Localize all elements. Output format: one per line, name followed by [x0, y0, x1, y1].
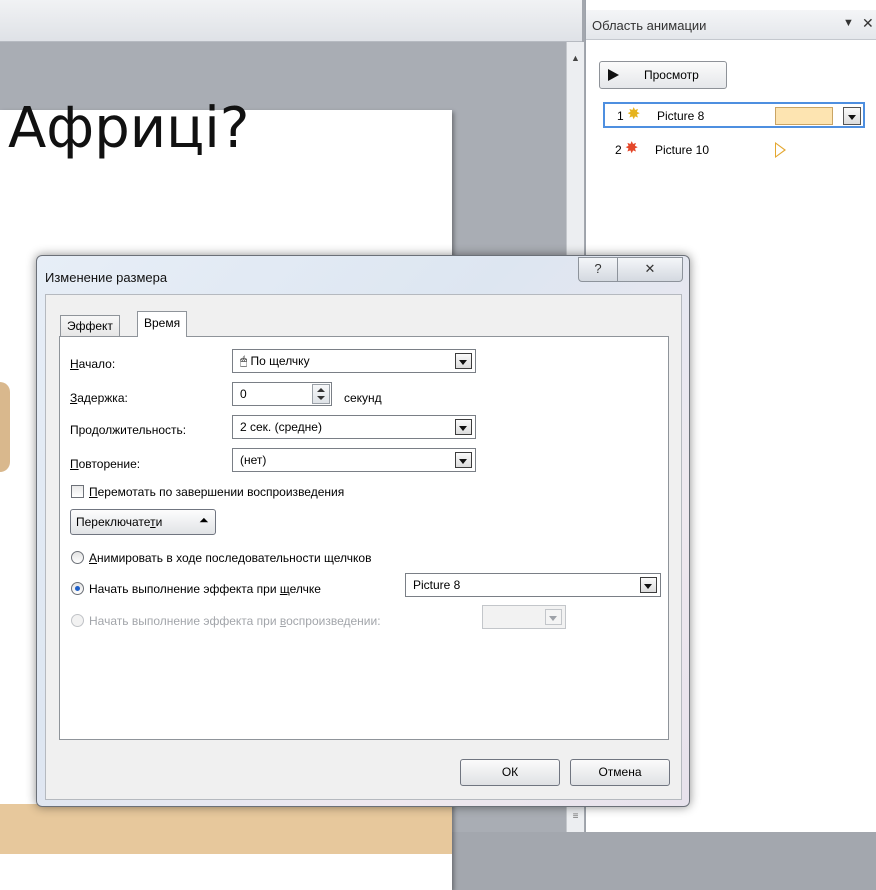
chevron-down-icon[interactable]: [455, 353, 472, 369]
start-on-click-radio[interactable]: [71, 582, 84, 595]
spinner-arrows-icon[interactable]: [312, 384, 330, 404]
timeline-marker-icon[interactable]: [775, 142, 786, 158]
chevron-down-icon[interactable]: [640, 577, 657, 593]
start-on-click-label: Начать выполнение эффекта при щелчке: [89, 582, 321, 596]
animation-item-number: 1: [617, 109, 624, 123]
chevron-down-icon[interactable]: [545, 609, 562, 625]
slide-decoration: [0, 382, 10, 472]
star-burst-icon: ✸: [625, 140, 639, 157]
duration-label: Продолжительность:: [70, 423, 187, 437]
delay-spinner[interactable]: 0: [232, 382, 332, 406]
duration-select-value: 2 сек. (средне): [240, 420, 322, 434]
dialog-title: Изменение размера: [45, 270, 168, 285]
animation-item-name: Picture 8: [657, 109, 705, 123]
chevron-down-icon[interactable]: [455, 419, 472, 435]
ok-button[interactable]: ОК: [460, 759, 560, 786]
preview-button-label: Просмотр: [644, 68, 699, 82]
click-target-value: Picture 8: [413, 578, 461, 592]
click-target-select[interactable]: Picture 8: [405, 573, 661, 597]
animation-item[interactable]: 2 ✸ Picture 10: [603, 138, 865, 164]
animate-sequence-label: Анимировать в ходе последовательности ще…: [89, 551, 372, 565]
star-burst-icon: ✸: [627, 106, 641, 123]
animation-pane-title: Область анимации: [592, 18, 707, 33]
duration-select[interactable]: 2 сек. (средне): [232, 415, 476, 439]
start-label: Начало:: [70, 357, 116, 371]
chevron-down-icon[interactable]: [843, 107, 861, 125]
collapse-arrows-icon: ⏶: [199, 513, 209, 527]
slide-title: Африці?: [8, 96, 250, 161]
start-select[interactable]: 🖱 По щелчку: [232, 349, 476, 373]
help-button[interactable]: ?: [578, 257, 618, 282]
animation-item[interactable]: 1 ✸ Picture 8: [603, 102, 865, 128]
timeline-bar[interactable]: [775, 107, 833, 125]
start-on-play-radio[interactable]: [71, 614, 84, 627]
start-select-value: 🖱 По щелчку: [240, 354, 310, 368]
rewind-label: Перемотать по завершении воспроизведения: [89, 485, 345, 499]
play-icon: [608, 69, 619, 81]
animation-item-name: Picture 10: [655, 143, 710, 157]
editor-top-strip: [0, 0, 582, 42]
rewind-checkbox[interactable]: [71, 485, 84, 498]
delay-label: Задержка:: [70, 391, 128, 405]
bookmark-select[interactable]: [482, 605, 566, 629]
animation-pane-header: Область анимации ▼ ✕: [586, 10, 876, 40]
close-button[interactable]: ✕: [618, 257, 683, 282]
triggers-button-label: Переключатети: [76, 515, 163, 529]
mouse-click-icon: 🖱: [240, 354, 248, 368]
repeat-select[interactable]: (нет): [232, 448, 476, 472]
chevron-down-icon[interactable]: [455, 452, 472, 468]
dialog-body: Эффект Время Начало: 🖱 По щелчку Задержк…: [45, 294, 682, 800]
close-icon[interactable]: ✕: [862, 15, 874, 32]
triggers-button[interactable]: Переключатети ⏶: [70, 509, 216, 535]
chevron-down-icon[interactable]: ▼: [843, 17, 854, 29]
slide-decoration: [0, 804, 452, 854]
preview-button[interactable]: Просмотр: [599, 61, 727, 89]
delay-unit: секунд: [344, 391, 382, 405]
animation-item-number: 2: [615, 143, 622, 157]
start-on-play-label: Начать выполнение эффекта при воспроизве…: [89, 614, 381, 628]
tab-timing[interactable]: Время: [137, 311, 188, 337]
scroll-up-icon[interactable]: ▲: [567, 50, 584, 66]
timing-tab-page: Начало: 🖱 По щелчку Задержка: 0 секунд П…: [59, 336, 669, 740]
repeat-select-value: (нет): [240, 453, 267, 467]
repeat-label: Повторение:: [70, 457, 141, 471]
resize-effect-dialog: Изменение размера ? ✕ Эффект Время Начал…: [36, 255, 690, 807]
animate-sequence-radio[interactable]: [71, 551, 84, 564]
cancel-button[interactable]: Отмена: [570, 759, 670, 786]
scroll-grip-icon[interactable]: ≡: [568, 808, 583, 826]
tab-effect[interactable]: Эффект: [60, 315, 120, 336]
delay-value: 0: [240, 387, 247, 401]
